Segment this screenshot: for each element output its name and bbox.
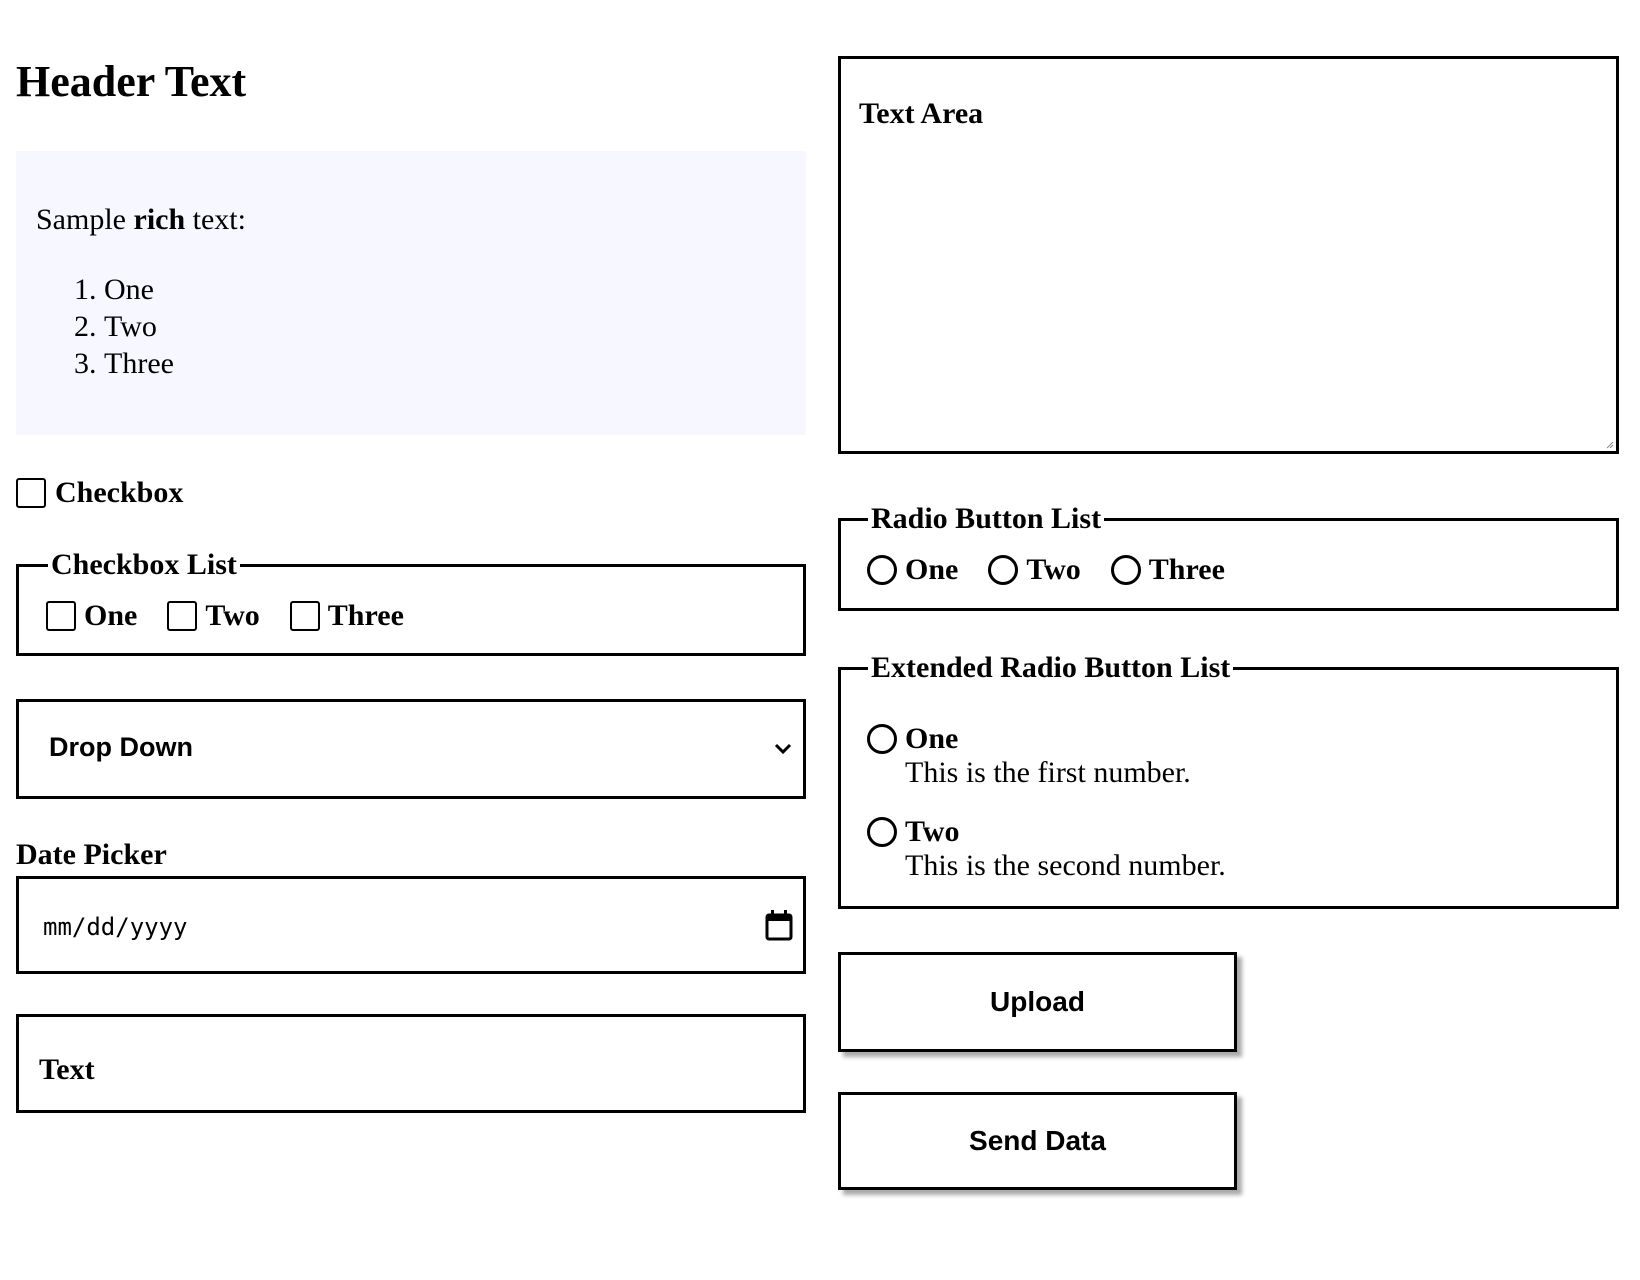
checkbox[interactable] [46, 601, 76, 631]
send-data-button[interactable]: Send Data [838, 1092, 1237, 1190]
date-placeholder: mm/dd/yyyy [43, 913, 188, 941]
list-item: One [104, 271, 174, 308]
dropdown-select[interactable]: Drop Down [16, 699, 806, 799]
text-area[interactable]: Text Area [838, 56, 1619, 454]
radio-option-one[interactable]: One [867, 553, 958, 587]
extended-radio-list-legend: Extended Radio Button List [868, 650, 1234, 686]
checkbox-option-two[interactable]: Two [167, 599, 260, 633]
checkbox-option-three[interactable]: Three [289, 599, 404, 633]
extended-radio-button-list: Extended Radio Button List One This is t… [838, 650, 1619, 909]
text-input-placeholder: Text [39, 1053, 95, 1086]
option-description: This is the second number. [905, 849, 1226, 882]
list-item: Three [104, 345, 174, 382]
radio-button[interactable] [1110, 555, 1141, 585]
radio-option-two[interactable]: Two [988, 553, 1081, 587]
text-input[interactable]: Text [16, 1014, 806, 1113]
radio-option-three[interactable]: Three [1110, 553, 1225, 587]
checkbox[interactable] [289, 601, 320, 631]
page-title: Header Text [16, 57, 247, 106]
extended-radio-option-two[interactable]: Two This is the second number. [867, 815, 1226, 883]
radio-button[interactable] [988, 555, 1019, 585]
radio-button-list: Radio Button List One Two Three [838, 501, 1619, 611]
radio-button[interactable] [867, 724, 897, 754]
checkbox-list-legend: Checkbox List [48, 547, 240, 583]
chevron-down-icon [774, 743, 792, 755]
option-description: This is the first number. [905, 756, 1191, 789]
upload-button[interactable]: Upload [838, 952, 1237, 1052]
checkbox-label: Checkbox [55, 476, 184, 509]
checkbox-list: Checkbox List One Two Three [16, 547, 806, 656]
date-picker-label: Date Picker [16, 838, 167, 871]
list-item: Two [104, 308, 174, 345]
dropdown-value: Drop Down [49, 732, 193, 762]
resize-handle-icon[interactable] [1604, 439, 1614, 449]
calendar-icon[interactable] [765, 909, 793, 941]
extended-radio-option-one[interactable]: One This is the first number. [867, 722, 1191, 790]
radio-list-legend: Radio Button List [868, 501, 1105, 537]
checkbox[interactable] [16, 478, 46, 508]
text-area-placeholder: Text Area [859, 97, 984, 130]
radio-button[interactable] [867, 555, 897, 585]
checkbox-field[interactable]: Checkbox [16, 476, 183, 510]
rich-text-block: Sample rich text: One Two Three [16, 151, 806, 435]
checkbox[interactable] [167, 601, 198, 631]
radio-button[interactable] [867, 817, 897, 847]
date-picker-input[interactable]: mm/dd/yyyy [16, 876, 806, 974]
rich-text-intro: Sample rich text: [36, 203, 246, 236]
rich-text-list: One Two Three [64, 271, 174, 382]
checkbox-option-one[interactable]: One [46, 599, 137, 633]
